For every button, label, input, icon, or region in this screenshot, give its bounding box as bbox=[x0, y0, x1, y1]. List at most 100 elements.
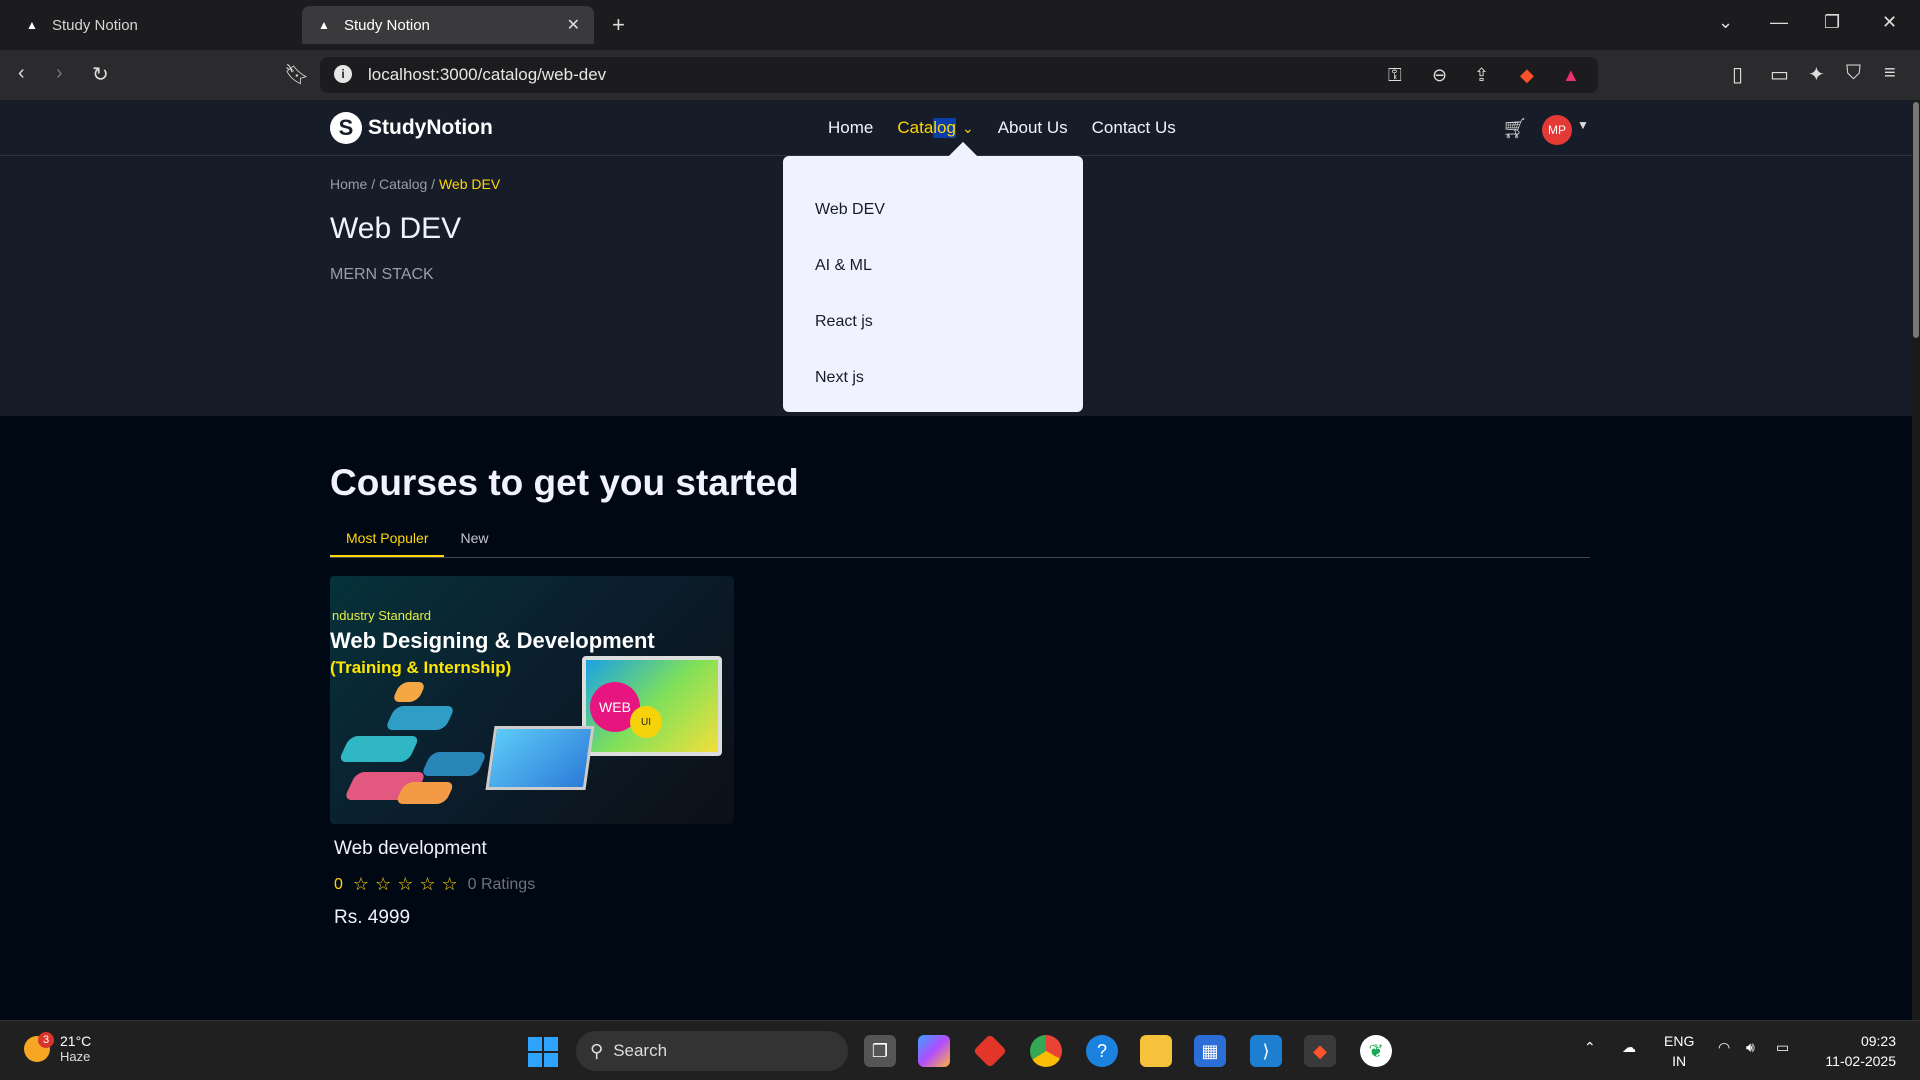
catalog-label-selected: log bbox=[933, 118, 956, 138]
browser-tab-bar: ▲ Study Notion ▲ Study Notion ✕ + ⌄ — ❐ … bbox=[0, 0, 1920, 50]
share-icon[interactable]: ⇪ bbox=[1474, 65, 1489, 86]
weather-condition: Haze bbox=[60, 1049, 91, 1064]
site-info-icon[interactable]: i bbox=[334, 65, 352, 83]
chevron-down-icon: ⌄ bbox=[961, 119, 974, 136]
tab-search-chevron-icon[interactable]: ⌄ bbox=[1718, 12, 1733, 33]
nav-links: Home Cata log ⌄ About Us Contact Us bbox=[828, 118, 1176, 138]
breadcrumb-home[interactable]: Home bbox=[330, 176, 367, 192]
course-rating: 0 ☆ ☆ ☆ ☆ ☆ 0 Ratings bbox=[334, 874, 734, 895]
task-view-icon[interactable]: ❐ bbox=[864, 1035, 896, 1067]
decor-shape bbox=[394, 782, 456, 804]
brave-rewards-icon[interactable]: ▲ bbox=[1562, 65, 1580, 86]
nav-link-catalog[interactable]: Cata log ⌄ bbox=[897, 118, 974, 138]
star-icon: ☆ bbox=[375, 874, 392, 894]
scrollbar-thumb[interactable] bbox=[1913, 102, 1919, 338]
onedrive-icon[interactable]: ☁ bbox=[1622, 1039, 1636, 1056]
menu-icon[interactable]: ≡ bbox=[1884, 62, 1896, 85]
battery-icon[interactable]: ▭ bbox=[1776, 1039, 1789, 1056]
weather-widget[interactable]: 3 21°C Haze bbox=[24, 1031, 92, 1064]
star-icon: ☆ bbox=[397, 874, 414, 894]
caret-down-icon[interactable]: ▼ bbox=[1577, 118, 1589, 132]
dropdown-item-web-dev[interactable]: Web DEV bbox=[783, 182, 1083, 238]
mongodb-compass-icon[interactable]: ❦ bbox=[1360, 1035, 1392, 1067]
address-bar[interactable]: i localhost:3000/catalog/web-dev ⚿ ⊖ ⇪ ◆… bbox=[320, 57, 1598, 93]
minimize-icon[interactable]: — bbox=[1770, 12, 1788, 33]
laptop-graphic bbox=[485, 726, 595, 790]
dropdown-item-ai-ml[interactable]: AI & ML bbox=[783, 238, 1083, 294]
brave-icon[interactable]: ◆ bbox=[1304, 1035, 1336, 1067]
decor-shape bbox=[391, 682, 427, 702]
cart-icon[interactable]: 🛒︎ bbox=[1502, 116, 1527, 141]
vpn-icon[interactable]: ⛉ bbox=[1846, 62, 1861, 85]
close-tab-icon[interactable]: ✕ bbox=[567, 15, 580, 35]
app-diamond-icon[interactable] bbox=[973, 1034, 1007, 1068]
course-thumbnail: ndustry Standard Web Designing & Develop… bbox=[330, 576, 734, 824]
sidebar-icon[interactable]: ▯ bbox=[1732, 62, 1743, 87]
reload-icon[interactable]: ↻ bbox=[92, 62, 109, 87]
leo-ai-icon[interactable]: ✦ bbox=[1808, 62, 1825, 87]
new-tab-icon[interactable]: + bbox=[612, 12, 625, 38]
catalog-dropdown: Web DEV AI & ML React js Next js bbox=[783, 156, 1083, 412]
search-icon: ⚲ bbox=[590, 1040, 604, 1061]
course-title[interactable]: Web development bbox=[334, 838, 734, 860]
volume-icon[interactable]: 🔊︎ bbox=[1746, 1039, 1755, 1056]
breadcrumb-catalog[interactable]: Catalog bbox=[379, 176, 427, 192]
brand-logo-icon: S bbox=[330, 112, 362, 144]
page-scrollbar[interactable] bbox=[1912, 100, 1920, 1020]
dropdown-item-react-js[interactable]: React js bbox=[783, 294, 1083, 350]
help-icon[interactable]: ? bbox=[1086, 1035, 1118, 1067]
thumbnail-heading: Web Designing & Development bbox=[330, 628, 655, 653]
restore-icon[interactable]: ❐ bbox=[1824, 12, 1840, 33]
zoom-icon[interactable]: ⊖ bbox=[1432, 65, 1447, 86]
language-indicator[interactable]: ENG IN bbox=[1664, 1031, 1694, 1071]
weather-badge: 3 bbox=[38, 1031, 54, 1048]
brand-logo[interactable]: S StudyNotion bbox=[330, 112, 493, 144]
studynotion-favicon-icon: ▲ bbox=[26, 18, 38, 32]
windows-taskbar: 3 21°C Haze ⚲ Search ❐ ? ▦ ⟩ ◆ ❦ ⌃ ☁ ENG… bbox=[0, 1020, 1920, 1080]
breadcrumb-current: Web DEV bbox=[438, 176, 501, 192]
browser-tab[interactable]: ▲ Study Notion bbox=[10, 6, 302, 44]
avatar[interactable]: MP bbox=[1542, 115, 1572, 145]
chrome-icon[interactable] bbox=[1030, 1035, 1062, 1067]
tab-most-popular[interactable]: Most Populer bbox=[330, 524, 445, 557]
nav-link-contact[interactable]: Contact Us bbox=[1092, 118, 1176, 138]
page: S StudyNotion Home Cata log ⌄ About Us Co… bbox=[0, 100, 1920, 1020]
wifi-icon[interactable]: ◠ bbox=[1718, 1039, 1730, 1056]
region-code: IN bbox=[1672, 1053, 1687, 1069]
forward-icon[interactable]: › bbox=[56, 62, 63, 85]
vscode-icon[interactable]: ⟩ bbox=[1250, 1035, 1282, 1067]
taskbar-search[interactable]: ⚲ Search bbox=[576, 1031, 848, 1071]
thumbnail-tagline: ndustry Standard bbox=[332, 608, 432, 623]
star-icon: ☆ bbox=[352, 874, 370, 894]
nav-link-about[interactable]: About Us bbox=[998, 118, 1068, 138]
studynotion-favicon-icon: ▲ bbox=[318, 18, 330, 32]
brand-name: StudyNotion bbox=[368, 116, 493, 139]
course-card[interactable]: ndustry Standard Web Designing & Develop… bbox=[330, 576, 734, 929]
clock-date: 11-02-2025 bbox=[1825, 1053, 1896, 1069]
copilot-icon[interactable] bbox=[918, 1035, 950, 1067]
category-description: MERN STACK bbox=[330, 266, 434, 283]
nav-link-home[interactable]: Home bbox=[828, 118, 873, 138]
start-icon[interactable] bbox=[528, 1037, 558, 1067]
brave-shield-icon[interactable]: ◆ bbox=[1520, 65, 1534, 86]
file-explorer-icon[interactable] bbox=[1140, 1035, 1172, 1067]
url-text: localhost:3000/catalog/web-dev bbox=[368, 65, 607, 84]
system-clock[interactable]: 09:23 11-02-2025 bbox=[1816, 1031, 1896, 1071]
language-code: ENG bbox=[1664, 1033, 1695, 1049]
dropdown-item-next-js[interactable]: Next js bbox=[783, 350, 1083, 406]
key-icon[interactable]: ⚿ bbox=[1388, 65, 1402, 86]
close-window-icon[interactable]: ✕ bbox=[1882, 12, 1897, 33]
thumbnail-subheading: (Training & Internship) bbox=[330, 658, 512, 677]
tray-overflow-icon[interactable]: ⌃ bbox=[1584, 1039, 1596, 1056]
weather-icon: 3 bbox=[24, 1031, 54, 1062]
tab-new[interactable]: New bbox=[444, 524, 504, 557]
tab-title: Study Notion bbox=[344, 16, 430, 34]
clock-time: 09:23 bbox=[1860, 1033, 1896, 1049]
star-icon: ☆ bbox=[441, 874, 458, 894]
bookmark-icon[interactable]: 🔖︎ bbox=[284, 62, 309, 87]
back-icon[interactable]: ‹ bbox=[18, 62, 25, 85]
weather-temp: 21°C bbox=[60, 1033, 92, 1049]
microsoft-store-icon[interactable]: ▦ bbox=[1194, 1035, 1226, 1067]
wallet-icon[interactable]: ▭ bbox=[1770, 62, 1789, 87]
browser-tab-active[interactable]: ▲ Study Notion ✕ bbox=[302, 6, 594, 44]
